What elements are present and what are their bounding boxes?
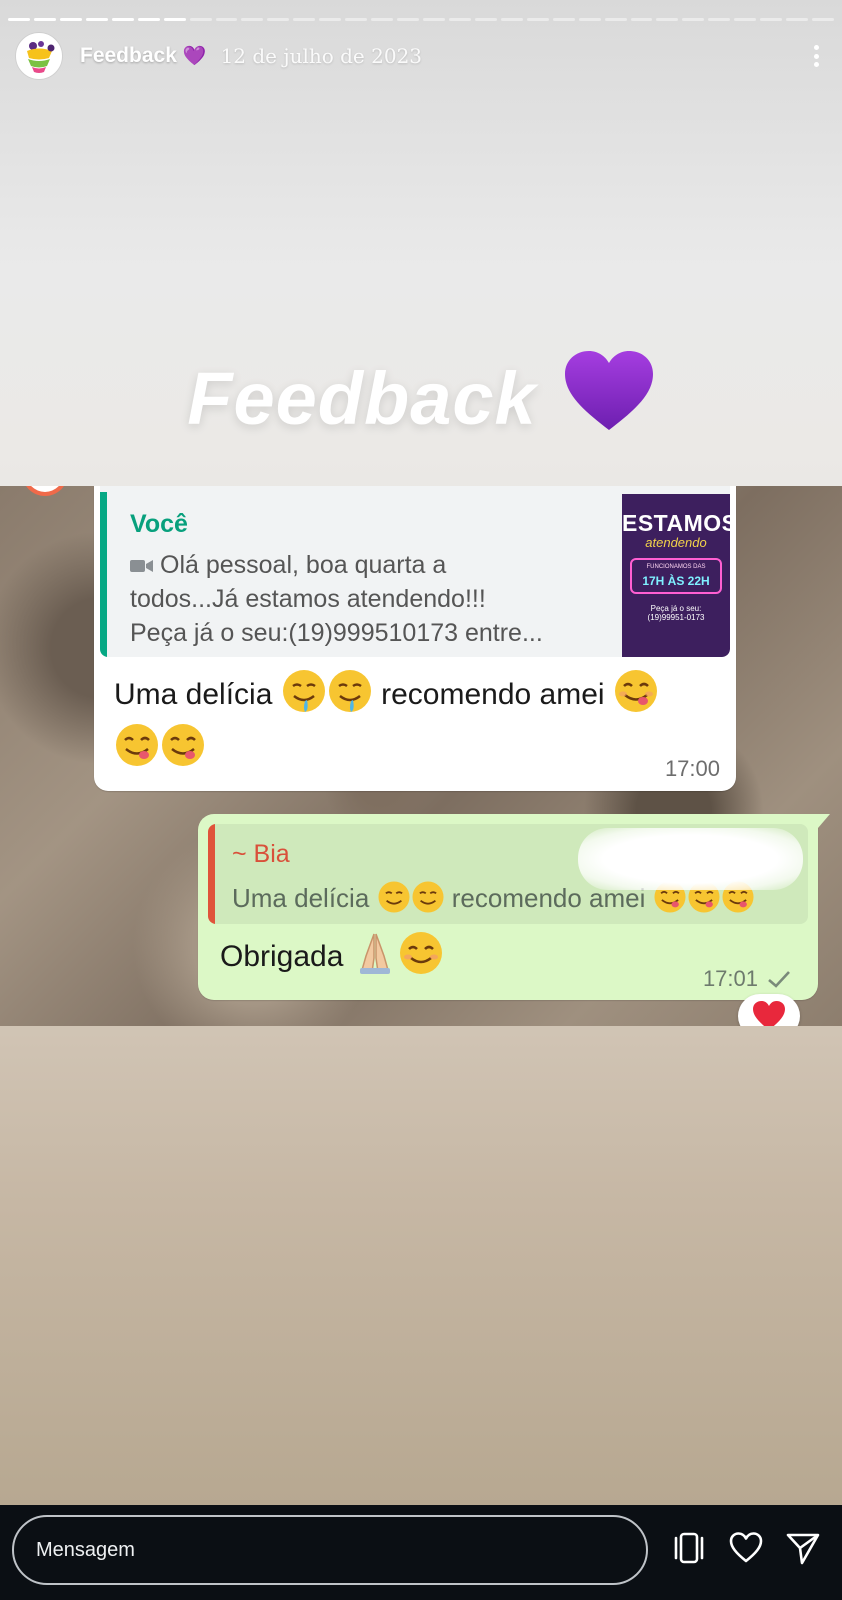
- outgoing-message-bubble: ~ Bia Uma delícia recomendo amei Obrigad…: [198, 814, 830, 1000]
- progress-segment: [682, 18, 705, 21]
- message-text-part: Obrigada: [220, 940, 344, 973]
- progress-segment: [59, 18, 82, 21]
- outgoing-message-text: Obrigada: [220, 930, 444, 982]
- video-camera-icon: [130, 560, 153, 572]
- story-canvas[interactable]: Feedback 💜 12 de julho de 2023 Feedback …: [0, 0, 842, 1505]
- redacted-area: [578, 828, 803, 890]
- progress-segment: [734, 18, 757, 21]
- progress-segment: [630, 18, 653, 21]
- progress-segment: [397, 18, 419, 21]
- drooling-face-icon: [282, 670, 325, 712]
- progress-segment: [371, 18, 394, 21]
- quote-text-part: Uma delícia: [232, 883, 370, 913]
- progress-segment: [215, 18, 238, 21]
- quote-line-3: Peça já o seu:(19)999510173 entre...: [130, 619, 543, 647]
- story-header: Feedback 💜 12 de julho de 2023: [16, 32, 826, 80]
- drooling-face-icon: [377, 881, 410, 913]
- progress-segment: [163, 18, 186, 21]
- progress-segment: [189, 18, 212, 21]
- progress-segment: [474, 18, 497, 21]
- progress-segment: [786, 18, 809, 21]
- progress-segment: [578, 18, 601, 21]
- more-options-icon[interactable]: [806, 41, 826, 71]
- progress-segment: [111, 18, 134, 21]
- progress-segment: [33, 18, 56, 21]
- progress-segment: [448, 18, 471, 21]
- acai-logo-icon: [20, 37, 58, 75]
- smiling-face-icon: [399, 932, 442, 974]
- progress-segment: [500, 18, 523, 21]
- progress-segment: [552, 18, 575, 21]
- chat-screenshot: Você Olá pessoal, boa quarta a todos...J…: [0, 486, 842, 1026]
- story-date: 12 de julho de 2023: [220, 44, 423, 68]
- thumb-hours: 17H ÀS 22H: [642, 574, 710, 588]
- story-progress-bar: [8, 18, 834, 21]
- message-text-part: recomendo amei: [381, 678, 605, 711]
- incoming-message-text: Uma delícia recomendo amei: [114, 668, 714, 776]
- story-reply-bar: Mensagem: [0, 1505, 842, 1600]
- drooling-face-icon: [328, 670, 371, 712]
- message-input[interactable]: Mensagem: [12, 1515, 648, 1585]
- quoted-message: Você Olá pessoal, boa quarta a todos...J…: [100, 486, 730, 657]
- progress-segment: [656, 18, 679, 21]
- checkmark-icon: [768, 971, 790, 988]
- avatar[interactable]: [16, 33, 62, 79]
- thumb-hours-label: FUNCIONAMOS DAS: [646, 564, 706, 570]
- progress-segment: [85, 18, 108, 21]
- progress-segment: [8, 18, 30, 21]
- thumb-phone: (19)99951-0173: [647, 613, 705, 622]
- incoming-message-bubble: Você Olá pessoal, boa quarta a todos...J…: [94, 486, 736, 791]
- progress-segment: [319, 18, 342, 21]
- thumb-order: Peça já o seu: (19)99951-0173: [622, 604, 730, 622]
- yum-face-icon: [116, 724, 158, 766]
- incoming-message-time: 17:00: [664, 756, 720, 781]
- quote-text: Olá pessoal, boa quarta a todos...Já est…: [130, 548, 630, 650]
- purple-heart-icon: [564, 351, 653, 430]
- progress-segment: [267, 18, 290, 21]
- purple-heart-icon: 💜: [182, 46, 207, 67]
- share-to-stories-icon[interactable]: [668, 1527, 710, 1569]
- quote-line-2: todos...Já estamos atendendo!!!: [130, 585, 486, 613]
- drooling-face-icon: [411, 881, 444, 913]
- progress-segment: [293, 18, 316, 21]
- folded-hands-icon: [359, 933, 390, 974]
- progress-segment: [708, 18, 731, 21]
- quote-author: ~ Bia: [232, 840, 290, 868]
- thumb-order-label: Peça já o seu:: [650, 604, 702, 613]
- quote-bar: [100, 492, 107, 657]
- story-username[interactable]: Feedback: [80, 44, 177, 68]
- quote-line-1: Olá pessoal, boa quarta a: [160, 551, 447, 579]
- yum-face-icon: [614, 670, 657, 712]
- progress-segment: [345, 18, 368, 21]
- overlay-title-text: Feedback: [187, 357, 537, 440]
- progress-segment: [423, 18, 445, 21]
- thumb-subtitle: atendendo: [645, 535, 707, 550]
- thumb-hours-box: FUNCIONAMOS DAS 17H ÀS 22H: [630, 558, 722, 594]
- quote-bar: [208, 824, 215, 924]
- quoted-reply: ~ Bia Uma delícia recomendo amei: [208, 824, 808, 924]
- thumb-title: ESTAMOS: [622, 510, 730, 536]
- progress-segment: [241, 18, 264, 21]
- outgoing-message-time: 17:01: [702, 966, 758, 991]
- story-overlay-title: Feedback: [0, 350, 842, 441]
- quoted-thumbnail: ESTAMOS atendendo FUNCIONAMOS DAS 17H ÀS…: [622, 494, 730, 657]
- yum-face-icon: [162, 724, 204, 766]
- send-icon[interactable]: [782, 1527, 824, 1569]
- reaction-badge: [738, 994, 800, 1026]
- progress-segment: [812, 18, 834, 21]
- progress-segment: [760, 18, 783, 21]
- progress-segment: [137, 18, 160, 21]
- progress-segment: [526, 18, 549, 21]
- outgoing-message-meta: 17:01: [703, 966, 792, 992]
- cropped-avatar: [22, 486, 68, 496]
- progress-segment: [604, 18, 627, 21]
- red-heart-icon: [753, 1001, 785, 1026]
- quote-author: Você: [130, 510, 188, 538]
- like-heart-icon[interactable]: [725, 1527, 767, 1569]
- carousel-icon: [674, 1532, 704, 1564]
- message-text-part: Uma delícia: [114, 678, 273, 711]
